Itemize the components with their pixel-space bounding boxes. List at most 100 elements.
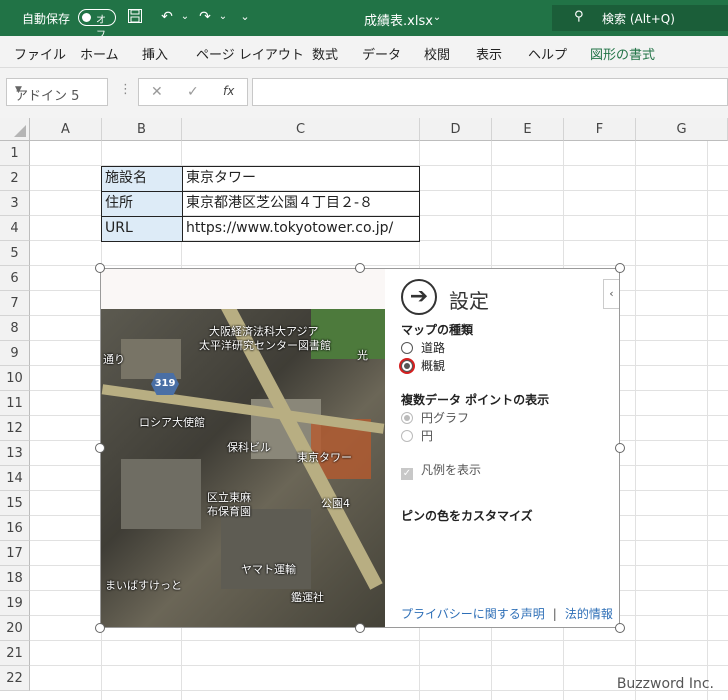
formula-input[interactable] xyxy=(252,78,728,106)
option-label: 道路 xyxy=(421,341,446,355)
name-box[interactable]: アドイン 5 ▼ xyxy=(6,78,108,106)
autosave-toggle[interactable]: オフ xyxy=(78,9,116,41)
tab-insert[interactable]: 挿入 xyxy=(142,44,168,63)
search-icon: ⚲ xyxy=(574,9,584,24)
column-header[interactable]: B xyxy=(102,118,182,141)
row-header[interactable]: 7 xyxy=(0,291,30,316)
radio-selected-icon[interactable] xyxy=(401,360,413,372)
toggle-knob xyxy=(82,13,91,22)
column-header[interactable]: G xyxy=(636,118,728,141)
resize-handle[interactable] xyxy=(95,263,105,273)
chevron-down-icon[interactable]: ▼ xyxy=(15,85,101,95)
pin-color-link[interactable]: ピンの色をカスタマイズ xyxy=(401,507,533,524)
tab-shape-format[interactable]: 図形の書式 xyxy=(590,44,655,63)
legal-link[interactable]: 法的情報 xyxy=(565,607,613,621)
map-addin[interactable]: 大阪経済法科大アジア 太平洋研究センター図書館 通り 光 319 ロシア大使館 … xyxy=(100,268,620,628)
multi-circle-option[interactable]: 円 xyxy=(401,427,433,444)
map-area[interactable]: 大阪経済法科大アジア 太平洋研究センター図書館 通り 光 319 ロシア大使館 … xyxy=(101,269,385,627)
resize-handle[interactable] xyxy=(615,623,625,633)
column-header[interactable]: A xyxy=(30,118,102,141)
resize-handle[interactable] xyxy=(95,443,105,453)
table-cell-label[interactable]: 施設名 xyxy=(101,166,183,192)
row-header[interactable]: 9 xyxy=(0,341,30,366)
map-label: 公園4 xyxy=(321,497,350,510)
satellite-map[interactable]: 大阪経済法科大アジア 太平洋研究センター図書館 通り 光 319 ロシア大使館 … xyxy=(101,309,385,627)
table-cell-label[interactable]: URL xyxy=(101,216,183,242)
row-header[interactable]: 5 xyxy=(0,241,30,266)
row-header[interactable]: 3 xyxy=(0,191,30,216)
customize-qat-icon[interactable]: ⌄ xyxy=(236,8,254,26)
row-header[interactable]: 18 xyxy=(0,566,30,591)
file-name[interactable]: 成績表.xlsx xyxy=(364,10,433,29)
tab-formulas[interactable]: 数式 xyxy=(312,44,338,63)
row-header[interactable]: 17 xyxy=(0,541,30,566)
row-header[interactable]: 21 xyxy=(0,641,30,666)
map-type-road[interactable]: 道路 xyxy=(401,339,445,356)
tab-page-layout[interactable]: ページ レイアウト xyxy=(196,44,304,63)
radio-icon[interactable] xyxy=(401,412,413,424)
search-box[interactable]: ⚲ 検索 (Alt+Q) xyxy=(552,5,728,31)
formula-buttons: ✕ ✓ fx xyxy=(138,78,248,106)
undo-icon[interactable]: ↶ xyxy=(158,8,176,26)
back-arrow-icon[interactable]: ➔ xyxy=(401,279,437,315)
tab-home[interactable]: ホーム xyxy=(80,44,119,63)
column-header[interactable]: D xyxy=(420,118,492,141)
row-header[interactable]: 1 xyxy=(0,141,30,166)
table-cell-value[interactable]: https://www.tokyotower.co.jp/ xyxy=(182,216,420,242)
map-label: ロシア大使館 xyxy=(139,416,205,429)
row-header[interactable]: 22 xyxy=(0,666,30,691)
column-header[interactable]: E xyxy=(492,118,564,141)
map-type-aerial[interactable]: 概観 xyxy=(401,357,445,374)
resize-handle[interactable] xyxy=(615,443,625,453)
resize-handle[interactable] xyxy=(615,263,625,273)
collapse-panel-button[interactable]: ‹ xyxy=(603,279,619,309)
undo-dropdown-icon[interactable]: ⌄ xyxy=(176,8,194,26)
cancel-icon[interactable]: ✕ xyxy=(151,84,163,100)
insert-function-icon[interactable]: fx xyxy=(223,84,234,98)
redo-icon[interactable]: ↷ xyxy=(196,8,214,26)
row-header[interactable]: 10 xyxy=(0,366,30,391)
table-cell-label[interactable]: 住所 xyxy=(101,191,183,217)
panel-footer: プライバシーに関する声明 | 法的情報 xyxy=(401,605,613,622)
table-cell-value[interactable]: 東京タワー xyxy=(182,166,420,192)
show-legend-option[interactable]: ✓ 凡例を表示 xyxy=(401,461,481,480)
option-label: 概観 xyxy=(421,359,446,373)
row-header[interactable]: 12 xyxy=(0,416,30,441)
select-all-button[interactable] xyxy=(0,118,30,141)
row-header[interactable]: 6 xyxy=(0,266,30,291)
row-header[interactable]: 8 xyxy=(0,316,30,341)
resize-handle[interactable] xyxy=(95,623,105,633)
title-bar: 自動保存 オフ ↶ ⌄ ↷ ⌄ ⌄ 成績表.xlsx ⌄ ⚲ 検索 (Alt+Q… xyxy=(0,0,728,41)
tab-view[interactable]: 表示 xyxy=(476,44,502,63)
multi-pie-option[interactable]: 円グラフ xyxy=(401,409,469,426)
privacy-link[interactable]: プライバシーに関する声明 xyxy=(401,607,545,621)
tab-help[interactable]: ヘルプ xyxy=(528,44,567,63)
resize-handle[interactable] xyxy=(355,623,365,633)
tab-review[interactable]: 校閲 xyxy=(424,44,450,63)
enter-icon[interactable]: ✓ xyxy=(187,84,199,100)
row-header[interactable]: 14 xyxy=(0,466,30,491)
row-header[interactable]: 15 xyxy=(0,491,30,516)
tab-data[interactable]: データ xyxy=(362,44,401,63)
tab-file[interactable]: ファイル xyxy=(14,44,66,63)
row-header[interactable]: 20 xyxy=(0,616,30,641)
chevron-down-icon[interactable]: ⌄ xyxy=(428,9,446,27)
column-header[interactable]: F xyxy=(564,118,636,141)
resize-handle[interactable] xyxy=(355,263,365,273)
checkbox-icon[interactable]: ✓ xyxy=(401,468,413,480)
radio-icon[interactable] xyxy=(401,430,413,442)
option-label: 円グラフ xyxy=(421,411,470,425)
row-header[interactable]: 11 xyxy=(0,391,30,416)
row-header[interactable]: 19 xyxy=(0,591,30,616)
map-label: 東京タワー xyxy=(297,451,352,464)
more-icon[interactable]: ⋮ xyxy=(119,82,132,97)
row-header[interactable]: 16 xyxy=(0,516,30,541)
radio-icon[interactable] xyxy=(401,342,413,354)
redo-dropdown-icon[interactable]: ⌄ xyxy=(214,8,232,26)
row-header[interactable]: 2 xyxy=(0,166,30,191)
table-cell-value[interactable]: 東京都港区芝公園４丁目２-８ xyxy=(182,191,420,217)
save-icon[interactable] xyxy=(126,8,144,26)
column-header[interactable]: C xyxy=(182,118,420,141)
row-header[interactable]: 4 xyxy=(0,216,30,241)
row-header[interactable]: 13 xyxy=(0,441,30,466)
